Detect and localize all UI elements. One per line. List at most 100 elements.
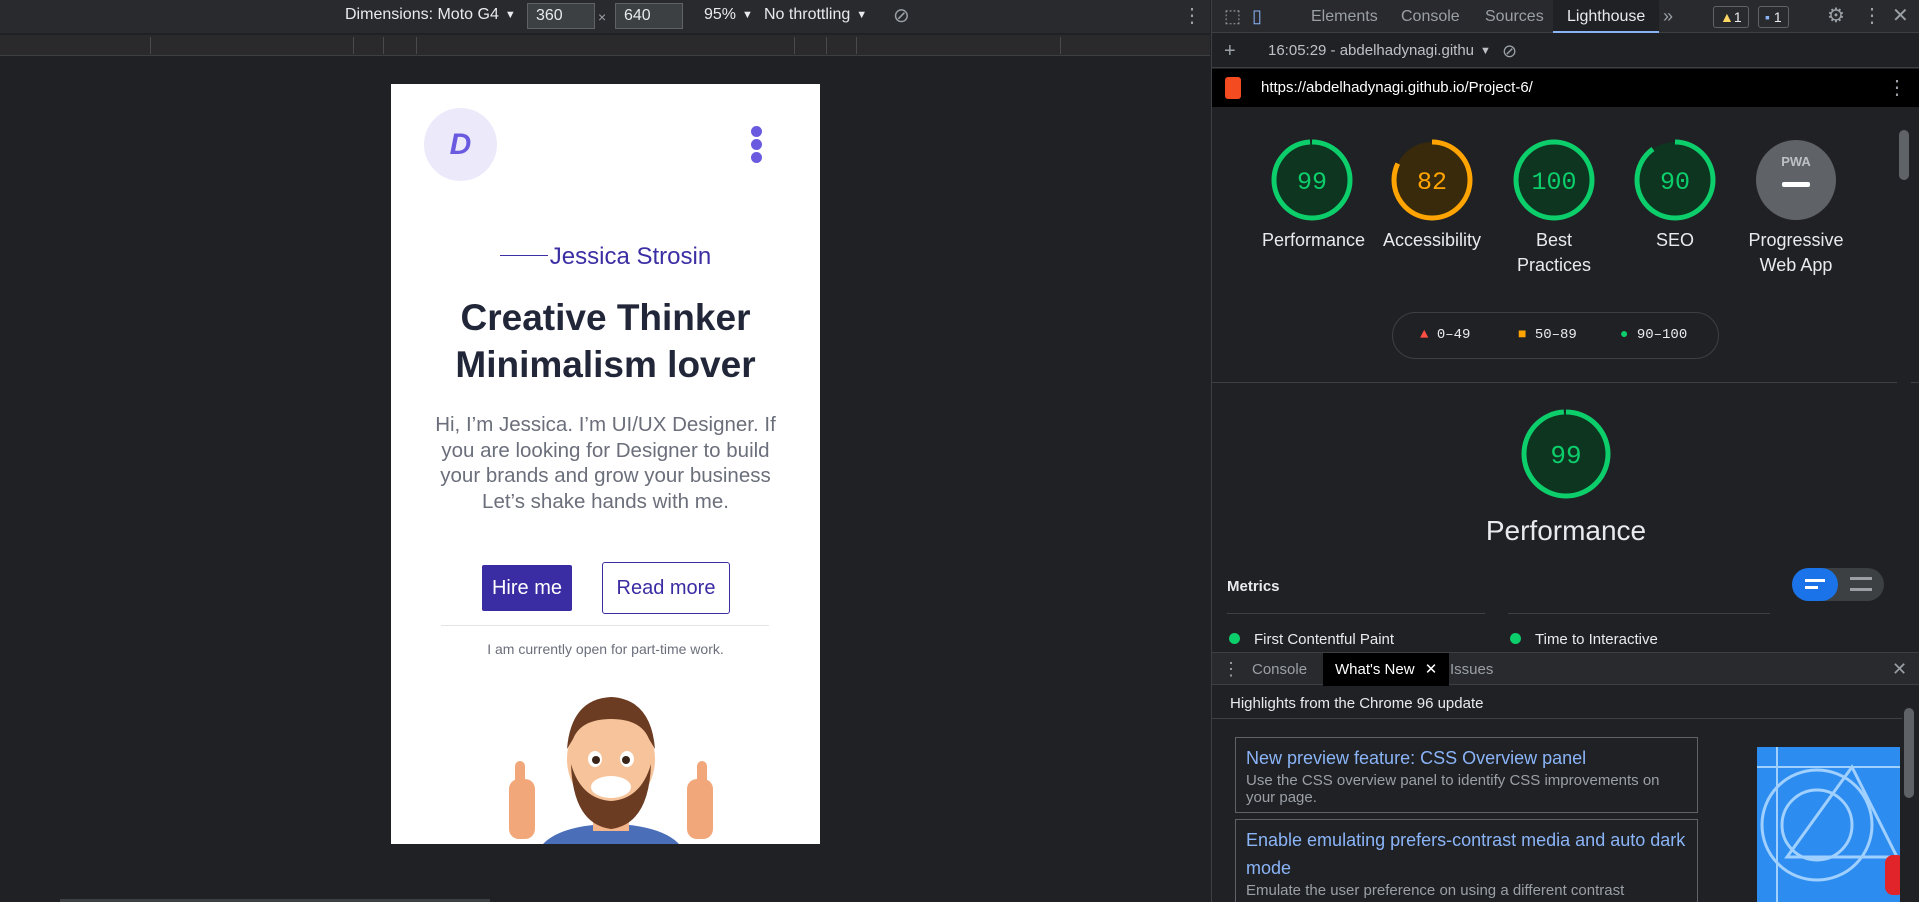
report-url[interactable]: https://abdelhadynagi.github.io/Project-… <box>1261 79 1533 96</box>
metric-tti: Time to Interactive <box>1510 631 1658 648</box>
pass-circle-icon <box>1510 633 1521 644</box>
whats-new-card[interactable]: New preview feature: CSS Overview panel … <box>1235 737 1698 813</box>
close-drawer-icon[interactable]: ✕ <box>1892 653 1907 686</box>
hero-intro: Hi, I’m Jessica. I’m UI/UX Designer. If … <box>435 413 776 513</box>
square-icon: ■ <box>1518 327 1527 343</box>
gauge-ring: 90 <box>1634 139 1716 221</box>
legend-average: ■ 50–89 <box>1518 327 1577 343</box>
score-gauge-seo[interactable]: 90 SEO <box>1625 138 1725 253</box>
device-select[interactable]: Dimensions: Moto G4 ▼ <box>345 6 516 24</box>
triangle-icon: ▲ <box>1420 327 1429 343</box>
chevron-down-icon: ▼ <box>742 9 753 21</box>
hero-headline: Creative Thinker Minimalism lover <box>391 294 820 388</box>
close-tab-icon[interactable]: ✕ <box>1425 661 1438 678</box>
card-description: Emulate the user preference on using a d… <box>1246 882 1625 899</box>
gauge-ring: 100 <box>1513 139 1595 221</box>
media-query-ruler[interactable] <box>0 35 1210 56</box>
menu-dots-icon[interactable] <box>751 126 763 166</box>
warnings-badge[interactable]: ▲1 <box>1713 6 1749 28</box>
card-title[interactable]: New preview feature: CSS Overview panel <box>1246 744 1687 772</box>
throttling-select[interactable]: No throttling ▼ <box>764 6 867 24</box>
report-selector-label: 16:05:29 - abdelhadynagi.githu <box>1268 42 1475 59</box>
read-more-button[interactable]: Read more <box>602 562 730 614</box>
score-legend: ▲ 0–49 ■ 50–89 ● 90–100 <box>1392 312 1719 359</box>
new-report-icon[interactable]: + <box>1224 34 1236 68</box>
scrollbar-thumb[interactable] <box>1899 130 1909 180</box>
score-gauge-accessibility[interactable]: 82 Accessibility <box>1382 138 1482 253</box>
score-gauge-best-practices[interactable]: 100 Best Practices <box>1504 138 1604 278</box>
gauge-label: Best Practices <box>1516 230 1592 275</box>
lighthouse-report: 99 Performance 82 Accessibility 100 Best Prac… <box>1212 108 1919 650</box>
messages-badge[interactable]: ▪ 1 <box>1758 6 1789 28</box>
rotate-icon[interactable]: ⊘ <box>893 3 910 28</box>
card-title[interactable]: Enable emulating prefers-contrast media … <box>1246 826 1687 882</box>
tab-console[interactable]: Console <box>1401 0 1460 33</box>
drawer-tab-whats-new[interactable]: What's New ✕ <box>1323 653 1450 686</box>
emulated-page: D Jessica Strosin Creative Thinker Minim… <box>391 84 820 844</box>
site-logo[interactable]: D <box>424 108 497 181</box>
drawer-tab-whats-new-label: What's New <box>1335 661 1415 678</box>
report-url-bar: https://abdelhadynagi.github.io/Project-… <box>1212 69 1919 107</box>
device-toggle-icon[interactable]: ▯ <box>1252 0 1262 33</box>
availability-text: I am currently open for part-time work. <box>487 641 724 657</box>
metrics-title: Metrics <box>1227 578 1280 595</box>
report-selector[interactable]: 16:05:29 - abdelhadynagi.githu ▼ <box>1268 42 1491 59</box>
gauge-label: Performance <box>1262 230 1366 250</box>
hire-me-button[interactable]: Hire me <box>482 565 572 611</box>
tab-elements[interactable]: Elements <box>1311 0 1378 33</box>
clear-reports-icon[interactable]: ⊘ <box>1502 34 1517 68</box>
legend-average-label: 50–89 <box>1534 327 1577 343</box>
chevron-down-icon: ▼ <box>504 9 516 21</box>
section-divider <box>1212 382 1919 383</box>
drawer-tab-issues[interactable]: Issues <box>1450 653 1493 686</box>
pwa-badge-icon <box>1756 140 1836 220</box>
drawer-tabbar: ⋮ Console What's New ✕ Issues ✕ <box>1212 652 1919 686</box>
height-input[interactable]: 640 <box>615 3 683 29</box>
times-sign: × <box>598 9 607 25</box>
tab-sources[interactable]: Sources <box>1485 0 1544 33</box>
drawer-menu-icon[interactable]: ⋮ <box>1222 653 1240 686</box>
hero-name: Jessica Strosin <box>391 243 820 271</box>
close-devtools-icon[interactable]: ✕ <box>1892 0 1909 33</box>
gauge-label: SEO <box>1655 230 1694 250</box>
metrics-view-toggle[interactable] <box>1792 568 1884 601</box>
report-menu-icon[interactable]: ⋮ <box>1887 75 1907 100</box>
gauge-ring: 82 <box>1391 139 1473 221</box>
performance-gauge: 99 <box>1521 409 1611 499</box>
lighthouse-logo-icon <box>1225 77 1241 99</box>
whats-new-card[interactable]: Enable emulating prefers-contrast media … <box>1235 819 1698 902</box>
zoom-select[interactable]: 95% ▼ <box>704 6 753 24</box>
legend-pass-label: 90–100 <box>1636 327 1688 343</box>
metrics-divider <box>1227 613 1485 614</box>
lighthouse-toolbar: + 16:05:29 - abdelhadynagi.githu ▼ ⊘ <box>1212 34 1919 68</box>
messages-count: 1 <box>1773 9 1782 25</box>
score-gauge-progressive-web-app[interactable]: PWA Progressive Web App <box>1741 138 1851 278</box>
width-input[interactable]: 360 <box>527 3 595 29</box>
highlights-heading: Highlights from the Chrome 96 update <box>1230 695 1484 712</box>
gauge-value: 82 <box>1417 168 1447 197</box>
more-tabs-icon[interactable]: » <box>1663 0 1673 33</box>
score-gauge-performance[interactable]: 99 Performance <box>1262 138 1366 253</box>
devtools-panel: ⬚ ▯ Elements Console Sources Lighthouse … <box>1211 0 1919 902</box>
hero-divider <box>441 625 769 626</box>
more-options-icon[interactable]: ⋮ <box>1182 3 1202 28</box>
drawer-scrollbar[interactable] <box>1902 690 1916 902</box>
highlights-divider <box>1212 718 1902 719</box>
inspect-element-icon[interactable]: ⬚ <box>1224 0 1241 33</box>
settings-gear-icon[interactable]: ⚙ <box>1827 0 1845 33</box>
drawer-tab-console[interactable]: Console <box>1252 653 1307 686</box>
gauge-label: Progressive Web App <box>1748 230 1844 275</box>
circle-icon: ● <box>1620 327 1629 343</box>
pass-circle-icon <box>1229 633 1240 644</box>
message-icon: ▪ <box>1765 9 1770 25</box>
customize-menu-icon[interactable]: ⋮ <box>1862 0 1882 33</box>
device-select-label: Dimensions: Moto G4 <box>345 6 499 23</box>
tab-lighthouse[interactable]: Lighthouse <box>1553 0 1660 33</box>
device-viewport-area: Dimensions: Moto G4 ▼ 360 × 640 95% ▼ No t… <box>0 0 1210 902</box>
name-line-decoration <box>499 255 548 256</box>
compact-view-button[interactable] <box>1792 568 1838 601</box>
scrollbar-thumb[interactable] <box>1904 708 1914 798</box>
expanded-view-icon[interactable] <box>1850 577 1872 591</box>
report-scrollbar[interactable] <box>1897 110 1911 650</box>
legend-fail-label: 0–49 <box>1436 327 1471 343</box>
